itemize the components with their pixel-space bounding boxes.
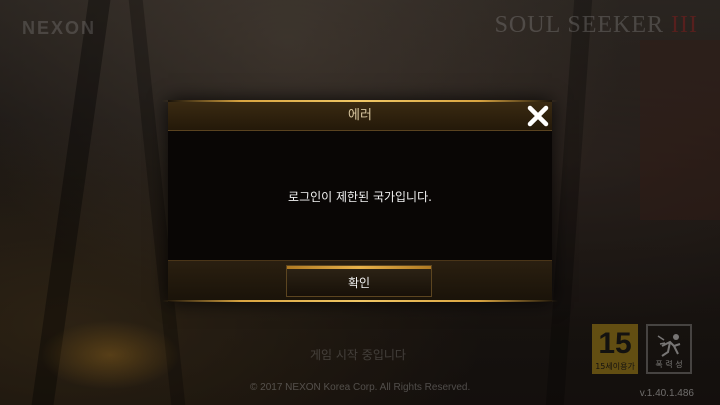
error-dialog: 에러 로그인이 제한된 국가입니다. 확인 <box>162 100 558 302</box>
confirm-button[interactable]: 확인 <box>286 265 432 297</box>
dialog-title-bar: 에러 <box>168 102 552 131</box>
error-message: 로그인이 제한된 국가입니다. <box>288 190 432 204</box>
close-button[interactable] <box>526 104 550 128</box>
confirm-button-label: 확인 <box>347 276 371 290</box>
dialog-footer: 확인 <box>168 260 552 301</box>
close-x-icon <box>527 105 549 127</box>
dialog-title: 에러 <box>348 108 372 123</box>
dialog-bottom-edge <box>162 300 558 302</box>
